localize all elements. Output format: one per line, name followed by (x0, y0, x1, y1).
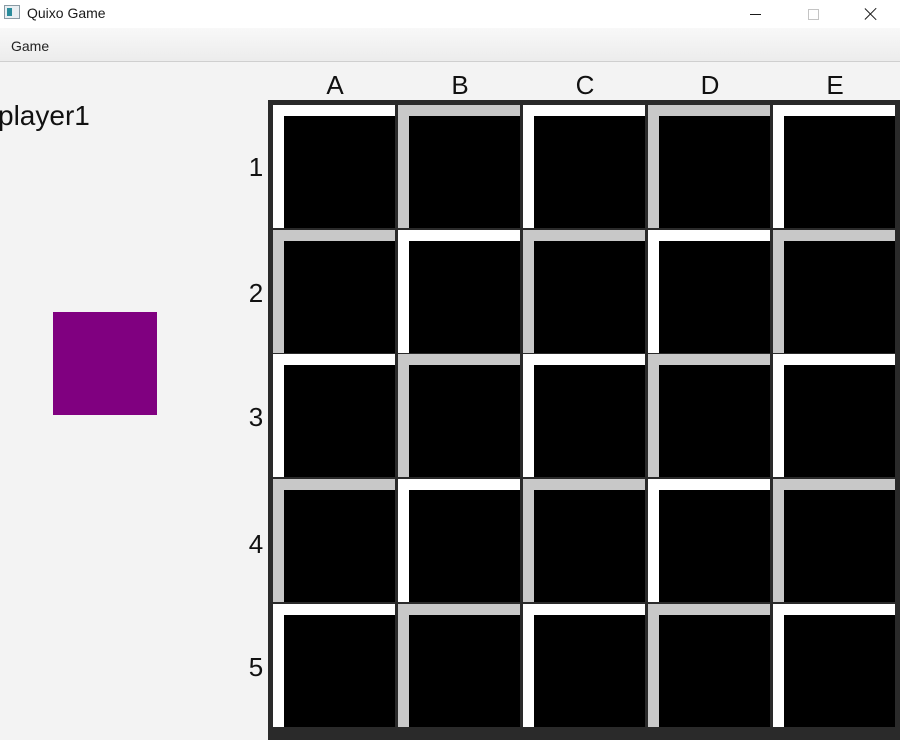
column-label-c: C (575, 70, 595, 100)
board-cell-a3[interactable] (273, 354, 395, 477)
menu-game[interactable]: Game (11, 38, 49, 54)
board-cell-d3[interactable] (648, 354, 770, 477)
board-cell-a5[interactable] (273, 604, 395, 727)
maximize-icon (807, 8, 819, 20)
row-label-1: 1 (248, 152, 264, 182)
board-cell-e4[interactable] (773, 479, 895, 602)
board-cell-b2[interactable] (398, 230, 520, 353)
board-cell-d2[interactable] (648, 230, 770, 353)
board-cell-b4[interactable] (398, 479, 520, 602)
board-cell-e3[interactable] (773, 354, 895, 477)
board-cell-b1[interactable] (398, 105, 520, 228)
board-cell-d4[interactable] (648, 479, 770, 602)
column-label-e: E (826, 70, 844, 100)
column-label-a: A (326, 70, 344, 100)
board-cell-a2[interactable] (273, 230, 395, 353)
maximize-button[interactable] (784, 0, 842, 28)
board-cell-a1[interactable] (273, 105, 395, 228)
board-cell-c4[interactable] (523, 479, 645, 602)
board-cell-c1[interactable] (523, 105, 645, 228)
board-cell-c2[interactable] (523, 230, 645, 353)
close-button[interactable] (842, 0, 900, 28)
row-label-3: 3 (248, 402, 264, 432)
column-label-b: B (451, 70, 469, 100)
board-cell-b5[interactable] (398, 604, 520, 727)
minimize-icon (749, 13, 761, 15)
board-cell-e2[interactable] (773, 230, 895, 353)
board-cell-b3[interactable] (398, 354, 520, 477)
board-cell-c5[interactable] (523, 604, 645, 727)
board-cell-c3[interactable] (523, 354, 645, 477)
board-cell-a4[interactable] (273, 479, 395, 602)
column-label-d: D (700, 70, 720, 100)
menu-bar: Game (0, 28, 900, 62)
game-board (268, 100, 900, 740)
row-label-2: 2 (248, 278, 264, 308)
player-color-swatch (53, 312, 157, 415)
minimize-button[interactable] (726, 0, 784, 28)
board-cell-e5[interactable] (773, 604, 895, 727)
current-player-label: player1 (0, 100, 90, 131)
title-bar: Quixo Game (0, 0, 900, 28)
row-label-4: 4 (248, 529, 264, 559)
board-cell-d1[interactable] (648, 105, 770, 228)
row-label-5: 5 (248, 652, 264, 682)
window-title: Quixo Game (27, 5, 106, 21)
board-cell-e1[interactable] (773, 105, 895, 228)
board-cell-d5[interactable] (648, 604, 770, 727)
app-icon (4, 5, 20, 19)
close-icon (864, 7, 878, 21)
